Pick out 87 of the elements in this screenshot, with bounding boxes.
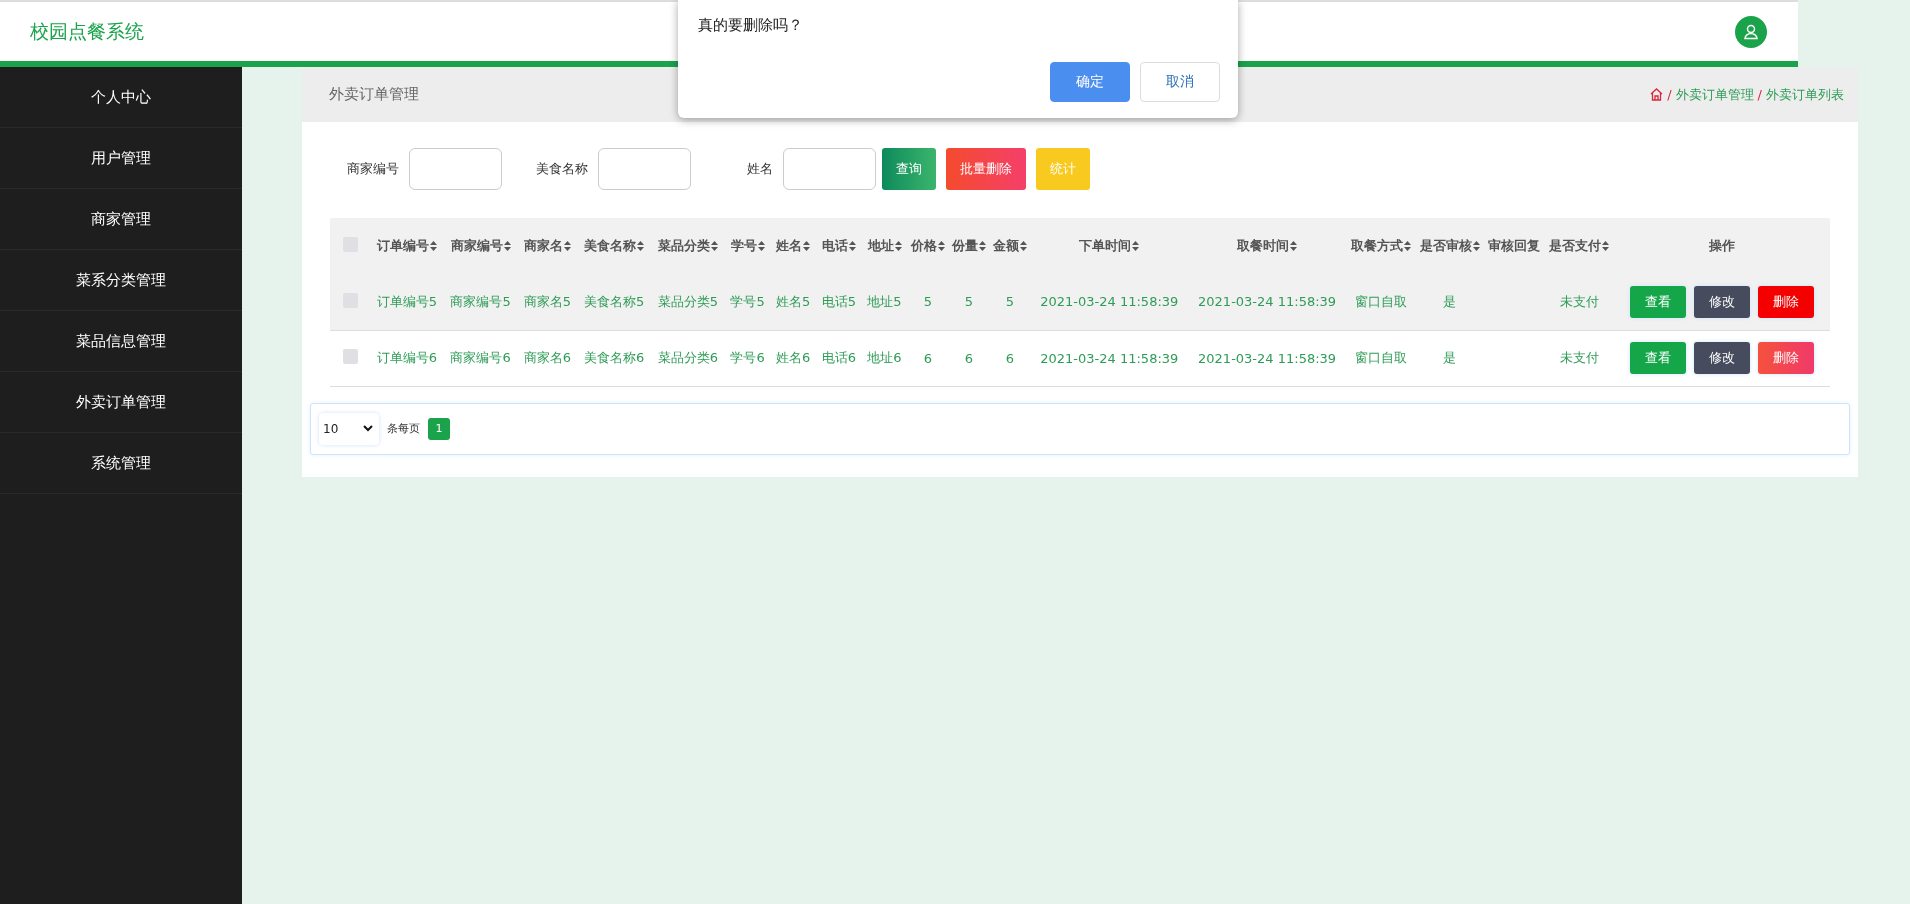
checkbox[interactable] — [342, 349, 358, 364]
page-size-select[interactable]: 10 — [319, 412, 379, 445]
sort-icon[interactable] — [937, 241, 945, 251]
table-cell: 姓名6 — [776, 350, 811, 365]
delete-button[interactable]: 删除 — [1757, 342, 1814, 374]
table-cell: 5 — [1005, 294, 1015, 310]
breadcrumb-separator: / — [1667, 87, 1672, 102]
sidebar-item[interactable]: 外卖订单管理 — [0, 372, 242, 433]
sort-icon[interactable] — [848, 241, 856, 251]
column-header: 审核回复 — [1488, 237, 1541, 255]
table-cell: 2021-03-24 11:58:39 — [1198, 294, 1337, 310]
column-header[interactable]: 取餐时间 — [1237, 237, 1298, 255]
input-field[interactable] — [409, 148, 502, 190]
sort-icon[interactable] — [637, 241, 645, 251]
sort-icon[interactable] — [894, 241, 902, 251]
table-cell: 窗口自取 — [1354, 293, 1407, 309]
sidebar-item[interactable]: 菜品信息管理 — [0, 311, 242, 372]
column-header: 操作 — [1708, 237, 1735, 255]
sort-icon[interactable] — [710, 241, 718, 251]
table-cell: 未支付 — [1559, 293, 1599, 309]
input-field[interactable] — [783, 148, 876, 190]
table-cell: 未支付 — [1559, 350, 1599, 365]
sort-icon[interactable] — [1602, 241, 1610, 251]
table-row[interactable]: 订单编号5 商家编号5 商家名5 美食名称5 菜品分类5 学号5 姓名5 电话5 地址5 5 5 5 2021-03-24 11:58:39 2021-03-24 11:58:39 窗口自取 是 未支付 查看 修改 删除 — [330, 274, 1830, 330]
table-cell: 5 — [923, 294, 932, 310]
app-title: 校园点餐系统 — [30, 18, 144, 44]
sidebar-item[interactable]: 用户管理 — [0, 128, 242, 189]
table-cell: 地址6 — [867, 350, 902, 365]
column-header[interactable]: 下单时间 — [1079, 237, 1140, 255]
sidebar-item[interactable]: 系统管理 — [0, 433, 242, 494]
table-cell: 6 — [923, 350, 932, 366]
sort-icon[interactable] — [803, 241, 811, 251]
table-cell: 2021-03-24 11:58:39 — [1040, 294, 1179, 310]
page-size-label: 条每页 — [387, 421, 420, 436]
sort-icon[interactable] — [503, 241, 511, 251]
user-icon[interactable] — [1735, 15, 1767, 48]
table-cell: 是 — [1443, 293, 1457, 309]
batch-delete-button[interactable]: 批量删除 — [946, 148, 1026, 190]
table-cell: 商家编号5 — [450, 293, 511, 309]
sidebar-item[interactable]: 个人中心 — [0, 67, 242, 128]
sort-icon[interactable] — [757, 241, 765, 251]
table-cell: 窗口自取 — [1354, 350, 1407, 365]
table-cell: 美食名称5 — [583, 293, 645, 309]
search-button[interactable]: 查询 — [882, 148, 936, 190]
sort-icon[interactable] — [1290, 241, 1298, 251]
edit-button[interactable]: 修改 — [1693, 342, 1750, 374]
table-cell: 订单编号5 — [376, 293, 437, 309]
table-cell: 美食名称6 — [583, 350, 645, 365]
dialog-message: 真的要删除吗？ — [698, 16, 804, 35]
table-cell: 地址5 — [867, 293, 902, 309]
sort-icon[interactable] — [1472, 241, 1480, 251]
sidebar-item[interactable]: 商家管理 — [0, 189, 242, 250]
table-cell: 订单编号6 — [376, 350, 437, 365]
chevron-icon — [363, 425, 373, 432]
table-cell: 是 — [1443, 350, 1457, 365]
sort-icon[interactable] — [1132, 241, 1140, 251]
table-cell: 6 — [964, 350, 973, 366]
table-cell: 学号6 — [730, 350, 765, 365]
breadcrumb-separator: / — [1757, 87, 1762, 102]
table-cell: 菜品分类6 — [657, 350, 718, 365]
sidebar-item[interactable]: 菜系分类管理 — [0, 250, 242, 311]
page-title: 外卖订单管理 — [329, 85, 419, 104]
table-cell: 商家编号6 — [450, 350, 511, 365]
filter-label: 商家编号 — [347, 160, 399, 178]
table-cell: 学号5 — [730, 293, 765, 309]
sort-icon[interactable] — [1019, 241, 1027, 251]
table-cell: 电话6 — [821, 350, 856, 365]
home-icon[interactable] — [1650, 88, 1664, 101]
filter-label: 美食名称 — [536, 160, 588, 178]
filter-label: 姓名 — [747, 160, 773, 178]
edit-button[interactable]: 修改 — [1693, 285, 1750, 318]
input-field[interactable] — [598, 148, 691, 190]
table-cell: 菜品分类5 — [657, 293, 718, 309]
table-cell: 5 — [964, 294, 973, 310]
table-cell: 2021-03-24 11:58:39 — [1040, 350, 1179, 366]
sort-icon[interactable] — [563, 241, 571, 251]
table-cell: 姓名5 — [776, 293, 811, 309]
table-cell: 2021-03-24 11:58:39 — [1198, 350, 1337, 366]
delete-button[interactable]: 删除 — [1757, 285, 1814, 318]
sort-icon[interactable] — [1403, 241, 1411, 251]
table-cell: 6 — [1005, 350, 1015, 366]
sort-icon[interactable] — [429, 241, 437, 251]
table-cell: 商家名5 — [523, 293, 571, 309]
cancel-button[interactable]: 取消 — [1140, 62, 1220, 102]
table-cell: 商家名6 — [523, 350, 571, 365]
table-cell: 电话5 — [821, 293, 856, 309]
sort-icon[interactable] — [978, 241, 986, 251]
